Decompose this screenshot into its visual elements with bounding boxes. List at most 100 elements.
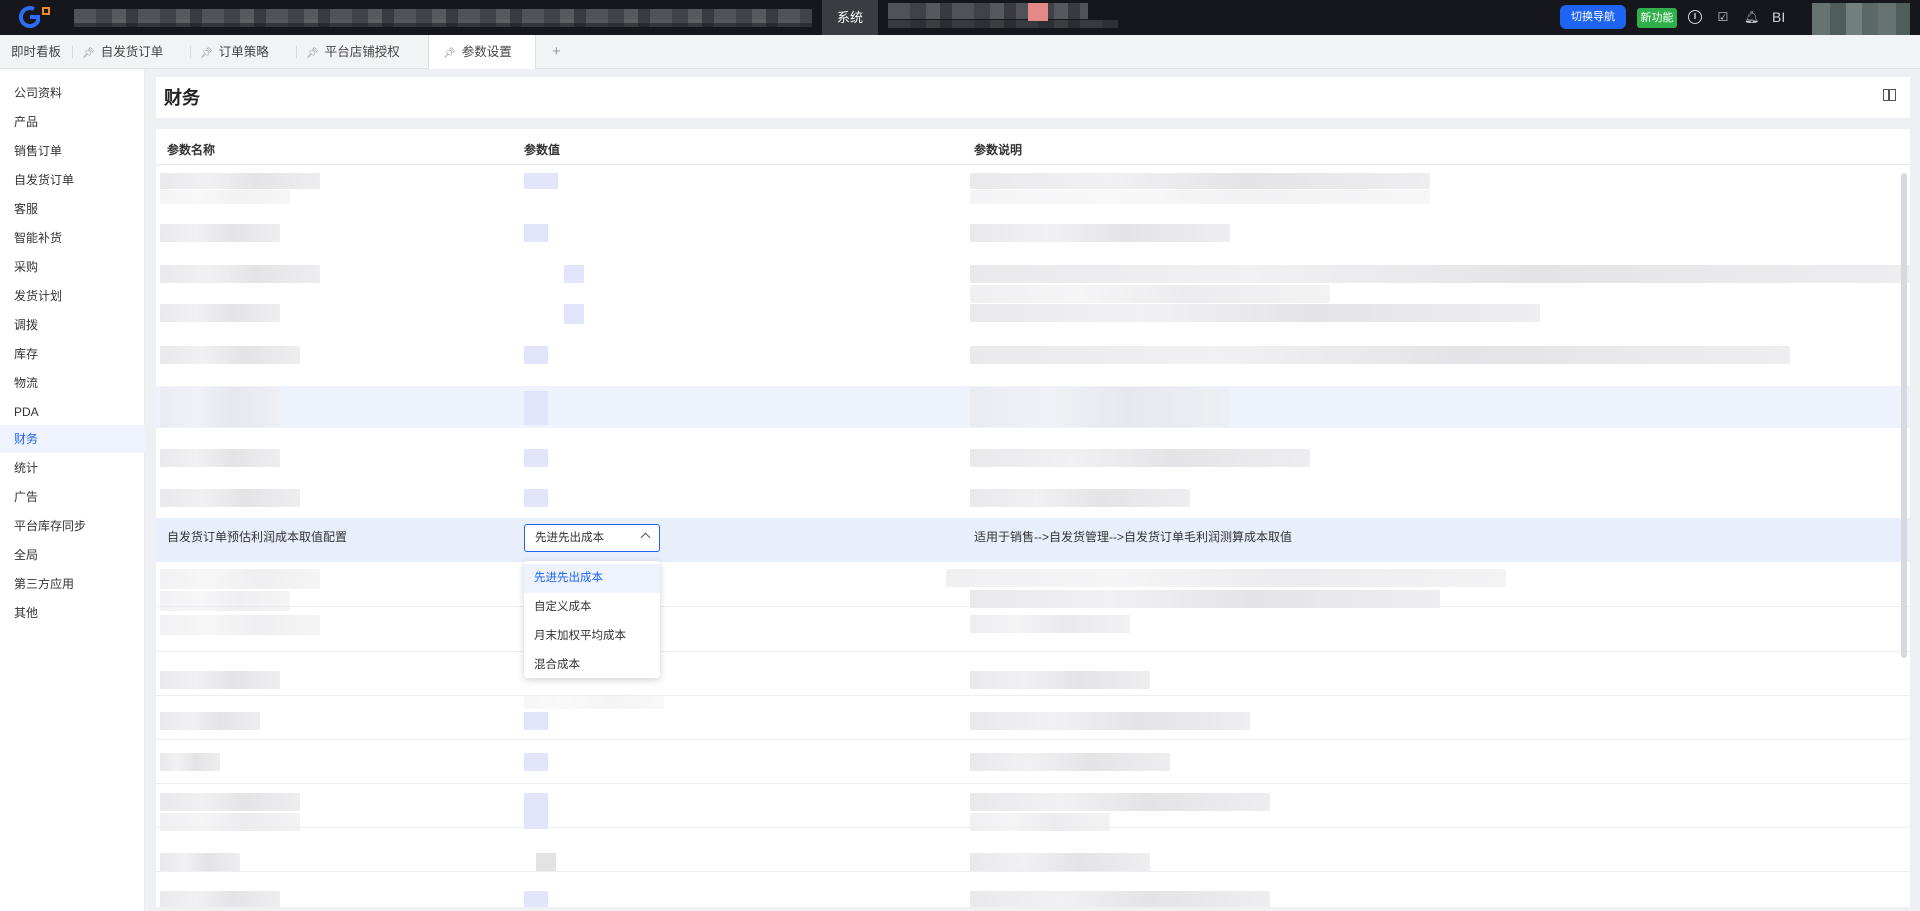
blurred-cell bbox=[946, 569, 1506, 587]
bi-button[interactable]: BI bbox=[1772, 9, 1785, 25]
blurred-cell bbox=[160, 591, 290, 611]
book-icon[interactable] bbox=[1883, 89, 1896, 101]
dropdown-option-mixed[interactable]: 混合成本 bbox=[524, 651, 660, 680]
blurred-cell bbox=[970, 753, 1170, 771]
blurred-cell bbox=[970, 190, 1430, 204]
blurred-cell bbox=[160, 712, 260, 730]
blurred-cell bbox=[524, 891, 548, 907]
blurred-cell bbox=[160, 304, 280, 322]
sidebar-item[interactable]: 全局 bbox=[0, 541, 145, 569]
sidebar-item[interactable]: 采购 bbox=[0, 253, 145, 281]
blurred-cell bbox=[524, 224, 548, 242]
app-logo[interactable] bbox=[16, 5, 56, 29]
tab-bar: 即时看板 📌︎ 自发货订单 📌︎ 订单策略 📌︎ 平台店铺授权 📌︎ 参数设置 + bbox=[0, 35, 1920, 69]
blurred-cell bbox=[970, 671, 1150, 689]
column-header: 参数说明 bbox=[974, 143, 1023, 157]
blurred-cell bbox=[160, 265, 320, 283]
blurred-nav bbox=[888, 20, 1118, 28]
sidebar-item[interactable]: PDA bbox=[0, 398, 145, 426]
sidebar-item[interactable]: 公司资料 bbox=[0, 79, 145, 107]
help-icon[interactable]: ‖ bbox=[1688, 10, 1702, 24]
sidebar-item[interactable]: 调拨 bbox=[0, 311, 145, 339]
blurred-cell bbox=[970, 285, 1330, 303]
tab-self-ship-orders[interactable]: 📌︎ 自发货订单 bbox=[82, 35, 163, 69]
blurred-cell bbox=[160, 813, 300, 831]
sidebar-item[interactable]: 其他 bbox=[0, 599, 145, 627]
add-tab-button[interactable]: + bbox=[552, 35, 561, 69]
page-header: 财务 bbox=[156, 77, 1910, 118]
tab-label: 自发货订单 bbox=[100, 45, 164, 59]
row-divider bbox=[156, 871, 1910, 872]
cost-method-select[interactable]: 先进先出成本 bbox=[524, 524, 660, 552]
blurred-cell bbox=[564, 265, 584, 283]
blurred-cell bbox=[970, 489, 1190, 507]
top-bar: 系统 切换导航 新功能 ‖ ☑ 🔔︎ BI bbox=[0, 0, 1920, 39]
sidebar-item[interactable]: 发货计划 bbox=[0, 282, 145, 310]
select-value: 先进先出成本 bbox=[535, 532, 604, 544]
params-table: 参数名称 参数值 参数说明 自发货订单预估利润成本取值配置 先进先出成本 适用于… bbox=[156, 129, 1910, 907]
tab-dashboard[interactable]: 即时看板 bbox=[11, 35, 61, 69]
tab-store-auth[interactable]: 📌︎ 平台店铺授权 bbox=[306, 35, 400, 69]
tab-label: 订单策略 bbox=[218, 45, 269, 59]
sidebar-item[interactable]: 平台库存同步 bbox=[0, 512, 145, 540]
new-feature-button[interactable]: 新功能 bbox=[1637, 8, 1677, 28]
sidebar-item[interactable]: 销售订单 bbox=[0, 137, 145, 165]
blurred-cell bbox=[160, 793, 300, 811]
blurred-cell bbox=[970, 853, 1150, 871]
blurred-nav bbox=[888, 3, 1088, 19]
table-row-cost-config[interactable]: 自发货订单预估利润成本取值配置 先进先出成本 适用于销售-->自发货管理-->自… bbox=[156, 518, 1910, 562]
sidebar-item[interactable]: 统计 bbox=[0, 454, 145, 482]
sidebar-item[interactable]: 库存 bbox=[0, 340, 145, 368]
blurred-cell bbox=[160, 671, 280, 689]
blurred-cell bbox=[970, 265, 1910, 283]
sidebar-item[interactable]: 自发货订单 bbox=[0, 166, 145, 194]
blurred-cell bbox=[160, 449, 280, 467]
blurred-cell bbox=[536, 853, 556, 871]
pin-icon: 📌︎ bbox=[306, 48, 319, 59]
switch-nav-button[interactable]: 切换导航 bbox=[1560, 5, 1626, 29]
blurred-cell bbox=[524, 173, 558, 189]
tab-label: 平台店铺授权 bbox=[324, 45, 400, 59]
blurred-nav bbox=[74, 19, 812, 27]
param-name: 自发货订单预估利润成本取值配置 bbox=[167, 530, 348, 544]
tab-label: 参数设置 bbox=[461, 45, 512, 59]
blurred-cell bbox=[160, 224, 280, 242]
blurred-cell bbox=[524, 712, 548, 730]
sidebar-item-finance[interactable]: 财务 bbox=[0, 425, 145, 453]
chevron-up-icon bbox=[640, 532, 651, 543]
sidebar-item[interactable]: 产品 bbox=[0, 108, 145, 136]
system-tab[interactable]: 系统 bbox=[822, 0, 878, 35]
task-icon[interactable]: ☑ bbox=[1716, 10, 1730, 24]
sidebar-item[interactable]: 第三方应用 bbox=[0, 570, 145, 598]
dropdown-option-weighted-avg[interactable]: 月末加权平均成本 bbox=[524, 622, 660, 651]
blurred-cell bbox=[970, 173, 1430, 189]
blurred-cell bbox=[970, 891, 1270, 907]
avatar[interactable] bbox=[1812, 3, 1910, 39]
sidebar-item[interactable]: 智能补货 bbox=[0, 224, 145, 252]
column-header: 参数名称 bbox=[167, 143, 216, 157]
sidebar-item[interactable]: 广告 bbox=[0, 483, 145, 511]
blurred-cell bbox=[524, 449, 548, 467]
dropdown-option-fifo[interactable]: 先进先出成本 bbox=[524, 564, 660, 593]
dropdown-option-custom[interactable]: 自定义成本 bbox=[524, 593, 660, 622]
row-divider bbox=[156, 739, 1910, 740]
blurred-cell bbox=[970, 304, 1540, 322]
table-scrollbar[interactable] bbox=[1901, 173, 1907, 658]
sidebar: 公司资料 产品 销售订单 自发货订单 客服 智能补货 采购 发货计划 调拨 库存… bbox=[0, 69, 145, 911]
column-header: 参数值 bbox=[524, 143, 561, 157]
blurred-cell bbox=[524, 391, 548, 425]
sidebar-item[interactable]: 物流 bbox=[0, 369, 145, 397]
blurred-cell bbox=[970, 813, 1110, 831]
table-header: 参数名称 参数值 参数说明 bbox=[156, 129, 1910, 165]
blurred-cell bbox=[160, 190, 290, 204]
sidebar-item[interactable]: 客服 bbox=[0, 195, 145, 223]
blurred-cell bbox=[970, 387, 1230, 427]
pin-icon: 📌︎ bbox=[82, 48, 95, 59]
bell-icon[interactable]: 🔔︎ bbox=[1744, 10, 1759, 24]
row-divider bbox=[156, 783, 1910, 784]
tab-param-settings[interactable]: 📌︎ 参数设置 bbox=[428, 35, 536, 69]
tab-divider bbox=[190, 46, 191, 58]
blurred-cell bbox=[160, 387, 280, 427]
blurred-cell bbox=[564, 304, 584, 324]
tab-order-strategy[interactable]: 📌︎ 订单策略 bbox=[200, 35, 269, 69]
